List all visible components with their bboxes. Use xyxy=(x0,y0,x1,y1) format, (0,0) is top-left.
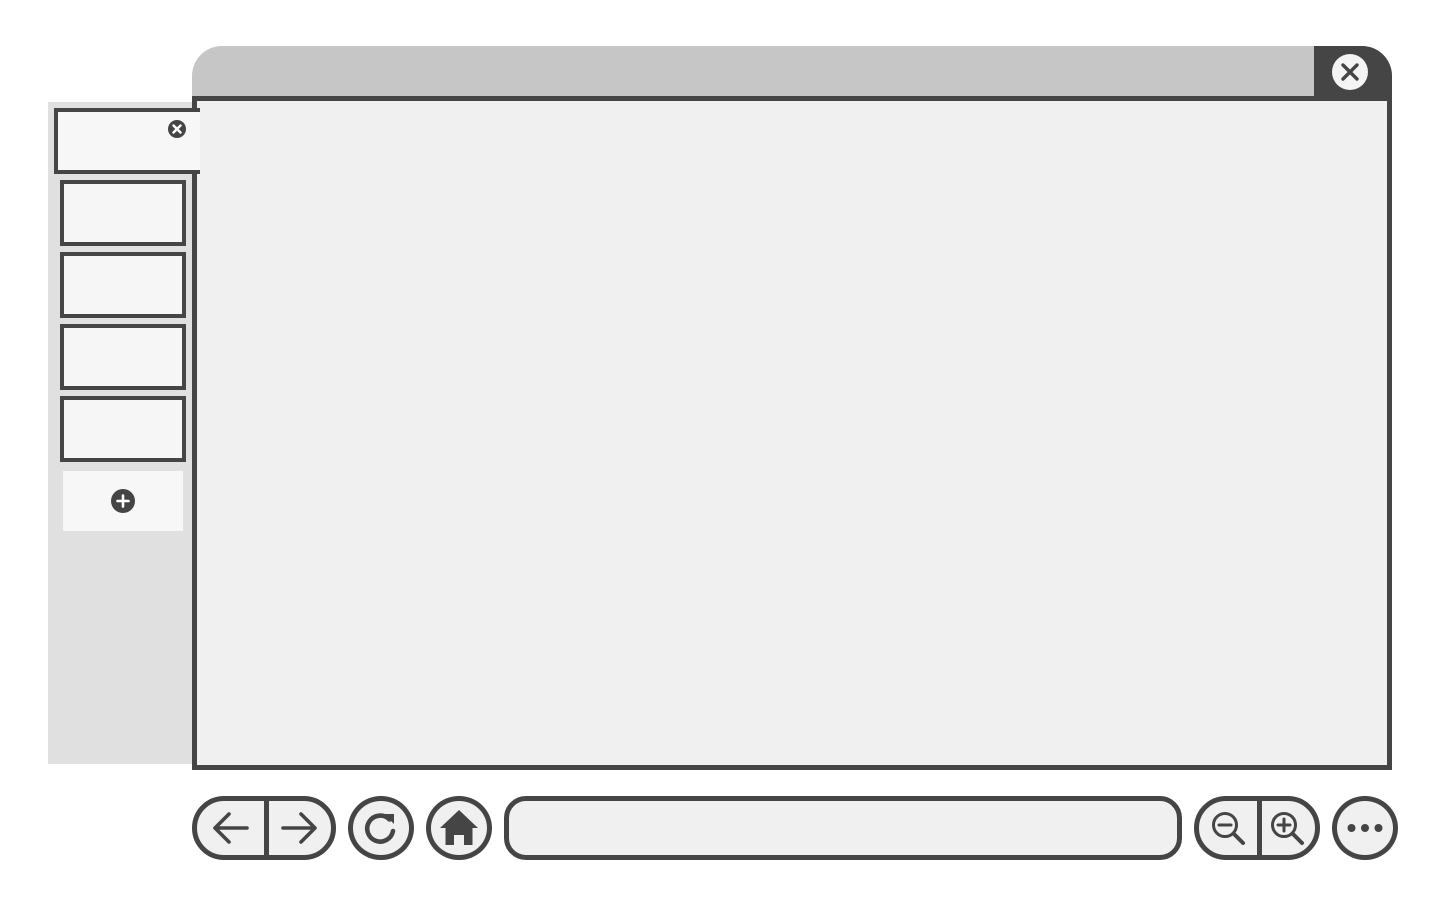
back-button[interactable] xyxy=(197,801,264,855)
reload-button[interactable] xyxy=(348,796,414,860)
forward-button[interactable] xyxy=(269,801,336,855)
zoom-out-button[interactable] xyxy=(1199,801,1257,855)
zoom-out-icon xyxy=(1212,812,1245,845)
zoom-group xyxy=(1194,796,1320,860)
zoom-in-button[interactable] xyxy=(1262,801,1320,855)
more-horizontal-icon xyxy=(1347,824,1383,832)
close-icon[interactable] xyxy=(1331,53,1369,91)
zoom-in-icon xyxy=(1271,812,1304,845)
add-tab-button[interactable] xyxy=(63,471,183,531)
home-icon xyxy=(440,810,478,845)
page-viewport[interactable] xyxy=(192,96,1392,770)
tab-item[interactable] xyxy=(60,396,186,462)
title-bar xyxy=(192,46,1392,102)
home-button[interactable] xyxy=(426,796,492,860)
arrow-left-icon xyxy=(213,812,249,844)
tab-item[interactable] xyxy=(60,324,186,390)
reload-icon xyxy=(364,813,396,844)
address-bar[interactable] xyxy=(504,796,1182,860)
tab-active[interactable] xyxy=(54,108,200,174)
plus-circle-icon xyxy=(111,489,135,513)
tab-item[interactable] xyxy=(60,252,186,318)
arrow-right-icon xyxy=(281,812,317,844)
more-button[interactable] xyxy=(1332,796,1398,860)
address-bar-text xyxy=(531,801,1155,855)
navigation-group xyxy=(192,796,336,860)
tab-item[interactable] xyxy=(60,180,186,246)
close-small-icon[interactable] xyxy=(167,119,187,139)
